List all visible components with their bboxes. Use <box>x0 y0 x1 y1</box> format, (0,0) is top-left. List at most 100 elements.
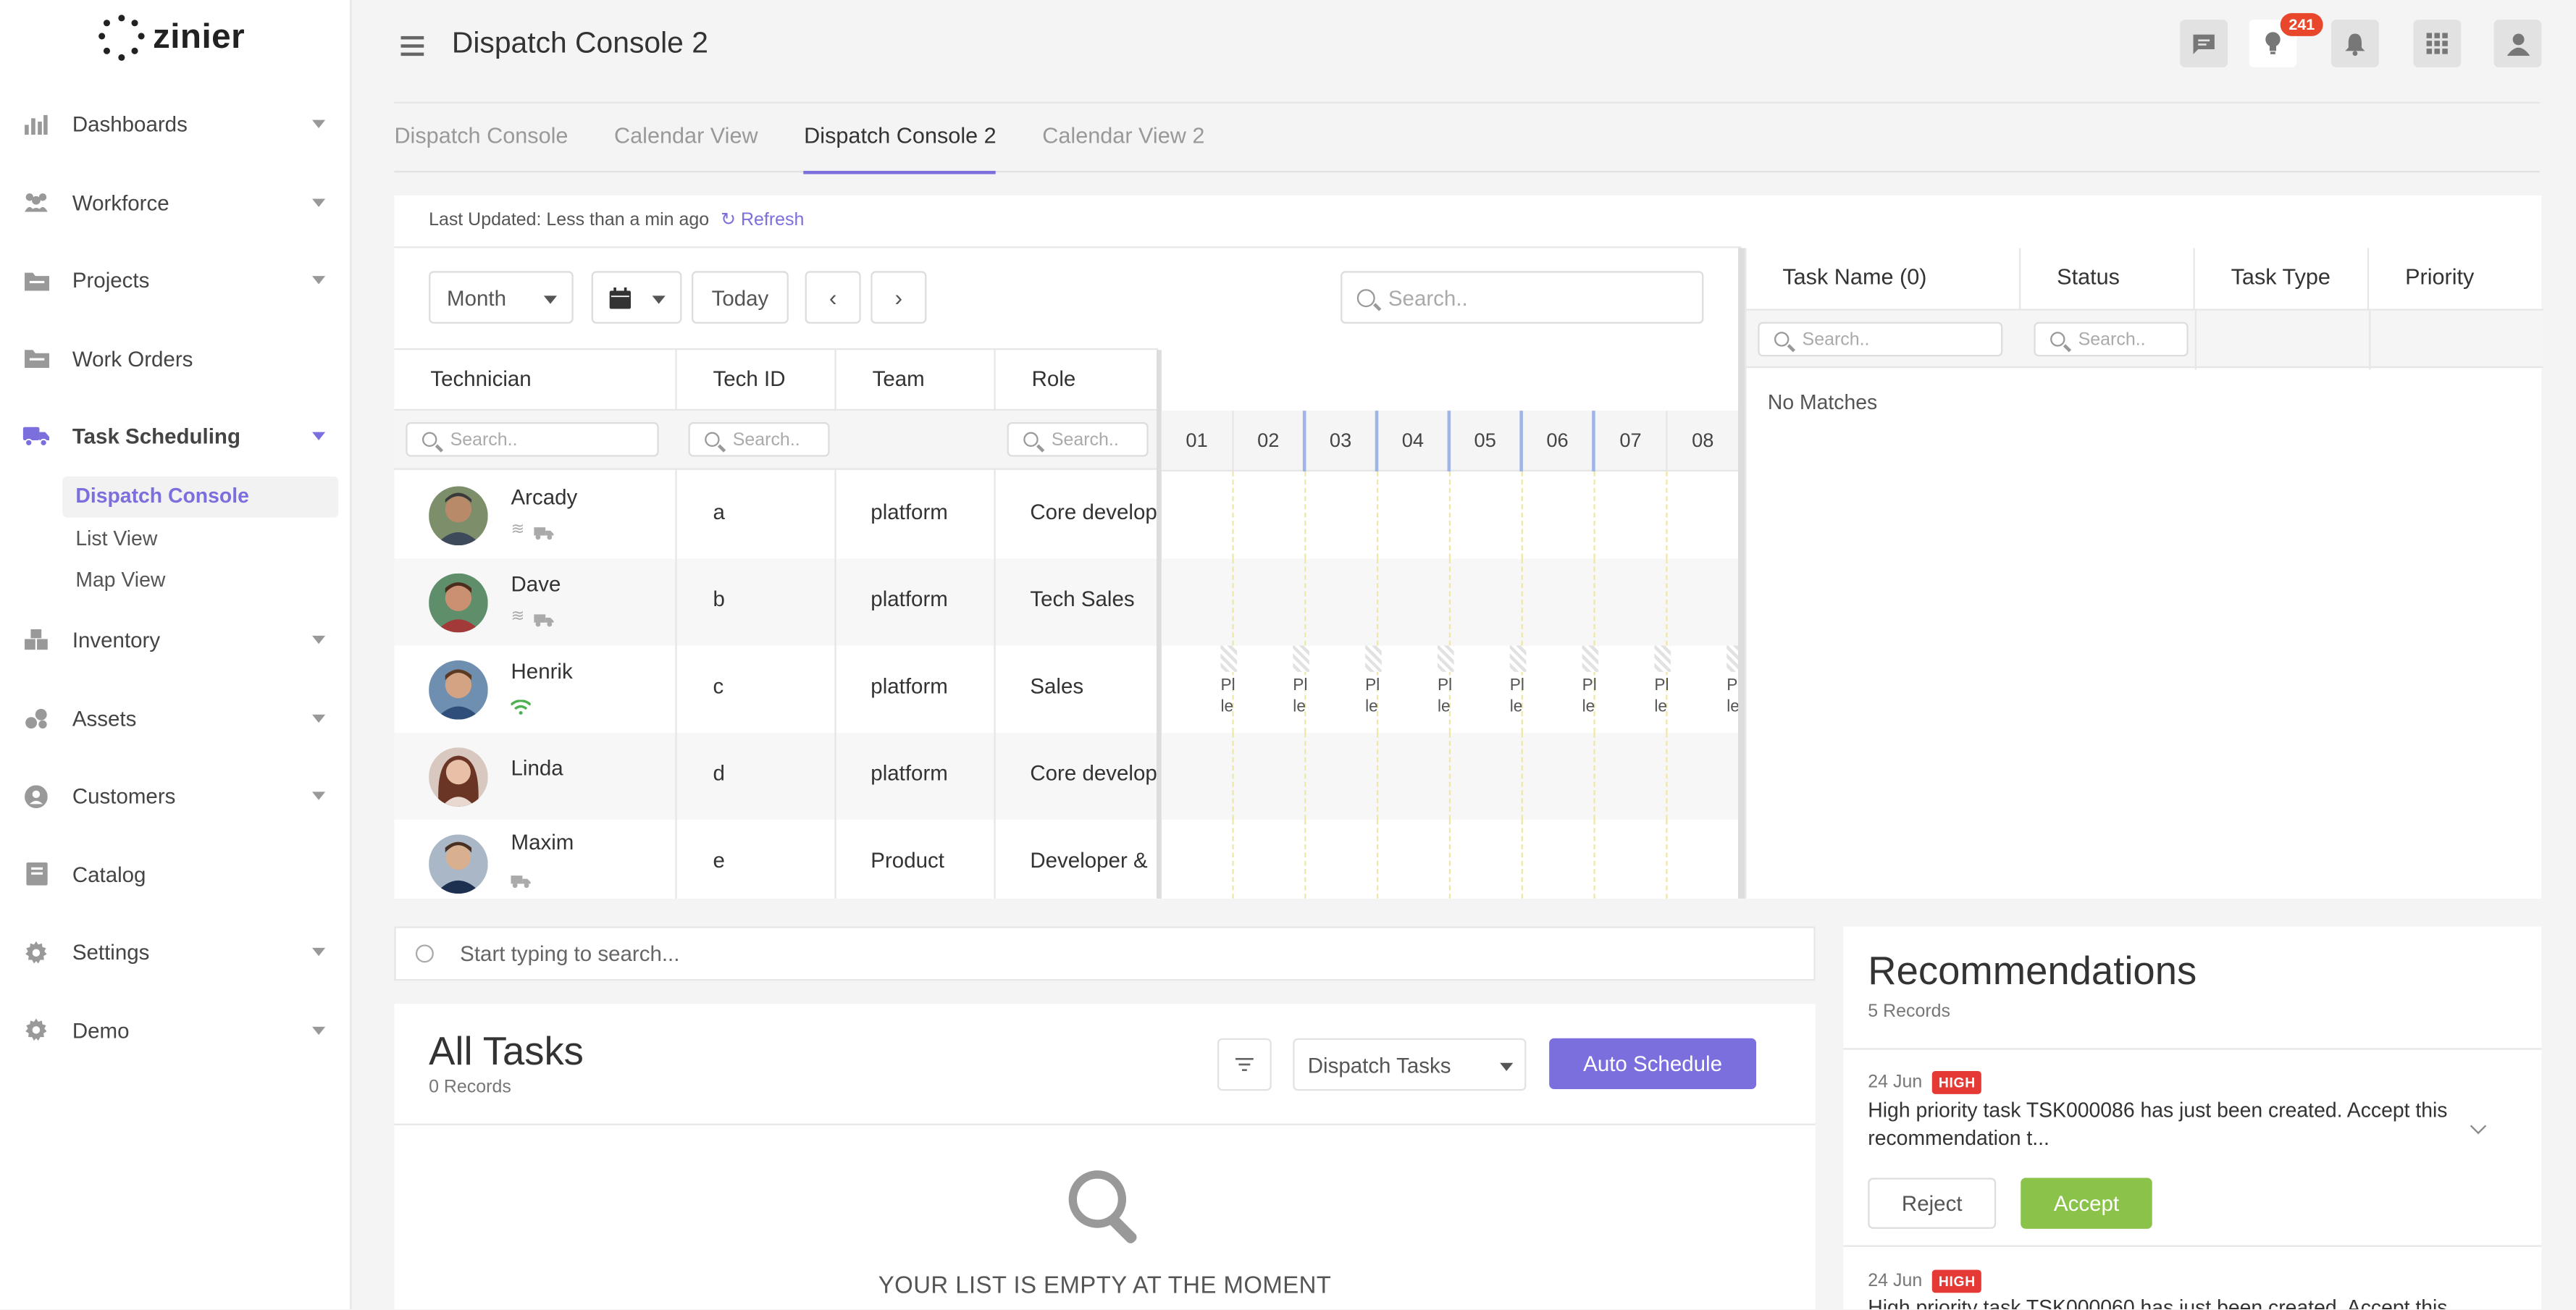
column-resizer[interactable] <box>1157 350 1162 899</box>
today-button[interactable]: Today <box>692 271 789 324</box>
ideas-button[interactable]: 241 <box>2249 13 2323 68</box>
notifications-button[interactable] <box>2331 20 2379 68</box>
table-row[interactable]: Linda d platform Core develop <box>394 732 1159 820</box>
timeline-row[interactable] <box>1161 732 1740 820</box>
expand-chevron-icon[interactable] <box>2470 1117 2487 1135</box>
filter-button[interactable] <box>1217 1038 1272 1091</box>
timeline-row[interactable] <box>1162 471 1740 559</box>
tab-calendar-view[interactable]: Calendar View <box>614 104 758 172</box>
col-status[interactable]: Status <box>2021 248 2195 309</box>
technician-search[interactable]: Search.. <box>1341 271 1704 324</box>
nav-projects[interactable]: Projects <box>0 241 351 319</box>
empty-list-message: YOUR LIST IS EMPTY AT THE MOMENT <box>878 1273 1332 1300</box>
refresh-link[interactable]: ↻ Refresh <box>721 210 804 230</box>
nav-label: Task Scheduling <box>72 424 240 449</box>
subnav-map-view[interactable]: Map View <box>62 559 338 601</box>
col-task-name[interactable]: Task Name (0) <box>1746 248 2021 309</box>
tab-dispatch-console-2[interactable]: Dispatch Console 2 <box>804 104 997 175</box>
tab-dispatch-console[interactable]: Dispatch Console <box>394 104 568 172</box>
scheduled-event[interactable]: Pl le <box>1220 645 1238 733</box>
nav-dashboards[interactable]: Dashboards <box>0 85 351 164</box>
status-icons <box>510 695 532 720</box>
recommendation-text: High priority task TSK000060 has just be… <box>1868 1296 2448 1309</box>
nav-task-scheduling[interactable]: Task Scheduling <box>0 398 351 476</box>
technician-name: Linda <box>511 755 563 781</box>
tab-calendar-view-2[interactable]: Calendar View 2 <box>1042 104 1204 172</box>
nav-work-orders[interactable]: Work Orders <box>0 319 351 398</box>
recommendations-count: 5 Records <box>1868 1002 1951 1023</box>
timeline-day-label: 01 <box>1162 411 1234 472</box>
tech-id-filter[interactable]: Search.. <box>688 422 830 457</box>
nav-label: Projects <box>72 268 150 293</box>
table-row[interactable]: Maxim e Product Developer & <box>394 819 1159 899</box>
logo[interactable]: zinier <box>98 14 245 61</box>
apps-button[interactable] <box>2413 20 2462 68</box>
filter-placeholder: Search.. <box>732 429 800 450</box>
profile-button[interactable] <box>2493 20 2542 68</box>
nav-label: Dashboards <box>72 112 188 137</box>
chat-icon <box>2193 33 2215 54</box>
technician-cell: Linda <box>394 732 677 820</box>
subnav-list-view[interactable]: List View <box>62 518 338 560</box>
technician-name: Maxim <box>511 829 574 855</box>
gear-icon <box>23 1019 49 1042</box>
timeline-cell <box>1162 732 1234 820</box>
team-cell: platform <box>836 645 996 733</box>
timeline-row[interactable] <box>1162 819 1740 899</box>
timeline-row[interactable]: Pl lePl lePl lePl lePl lePl lePl lePl le <box>1162 645 1740 733</box>
task-type-select[interactable]: Dispatch Tasks <box>1293 1038 1527 1091</box>
timeline-cell <box>1234 558 1306 646</box>
scheduled-event[interactable]: Pl le <box>1509 645 1527 733</box>
hamburger-menu-icon[interactable] <box>400 35 424 61</box>
task-name-filter[interactable]: Search.. <box>1758 322 2003 357</box>
reject-button[interactable]: Reject <box>1868 1177 1997 1229</box>
auto-schedule-button[interactable]: Auto Schedule <box>1549 1038 1757 1090</box>
panel-splitter[interactable] <box>1738 248 1745 899</box>
nav-demo[interactable]: Demo <box>0 991 351 1070</box>
table-row[interactable]: Henrik c platform Sales <box>394 645 1159 733</box>
col-task-type[interactable]: Task Type <box>2195 248 2370 309</box>
view-tabs: Dispatch Console Calendar View Dispatch … <box>394 101 2541 175</box>
table-row[interactable]: Dave ≋ b platform Tech Sales <box>394 558 1159 646</box>
timeline-cell <box>1668 732 1740 820</box>
nav-assets[interactable]: Assets <box>0 679 351 757</box>
timeline-cell <box>1378 471 1451 559</box>
timeline-cell <box>1162 471 1234 559</box>
avatar <box>429 660 488 720</box>
nav-customers[interactable]: Customers <box>0 757 351 836</box>
scheduled-event[interactable]: Pl le <box>1654 645 1671 733</box>
role-filter[interactable]: Search.. <box>1007 422 1149 457</box>
scheduled-event[interactable]: Pl le <box>1437 645 1454 733</box>
table-row[interactable]: Arcady ≋ a platform Core develop <box>394 471 1159 559</box>
technician-filter[interactable]: Search.. <box>406 422 659 457</box>
accept-button[interactable]: Accept <box>2021 1177 2152 1229</box>
timeline-day-header: 01 02 03 04 05 06 07 08 <box>1161 411 1740 472</box>
col-priority[interactable]: Priority <box>2369 248 2543 309</box>
nav-inventory[interactable]: Inventory <box>0 601 351 679</box>
technician-filter-row: Search.. Search.. Search.. <box>394 411 1159 470</box>
previous-button[interactable]: ‹ <box>805 271 861 324</box>
chevron-down-icon <box>312 792 326 800</box>
scheduled-event[interactable]: Pl le <box>1582 645 1599 733</box>
status-filter[interactable]: Search.. <box>2034 322 2189 357</box>
task-search-bar[interactable]: Start typing to search... <box>394 926 1816 981</box>
search-icon <box>705 432 720 448</box>
user-icon <box>2506 33 2530 55</box>
subnav-dispatch-console[interactable]: Dispatch Console <box>62 475 339 518</box>
notification-count-badge: 241 <box>2280 13 2323 36</box>
nav-settings[interactable]: Settings <box>0 913 351 991</box>
dispatch-panel: Last Updated: Less than a min ago ↻ Refr… <box>394 195 2543 899</box>
view-mode-select[interactable]: Month <box>429 271 574 324</box>
timeline-cell <box>1595 732 1668 820</box>
chat-button[interactable] <box>2180 20 2228 68</box>
sidebar: zinier Dashboards Workforce Projects Wor… <box>0 0 352 1309</box>
date-picker-button[interactable] <box>591 271 682 324</box>
nav-catalog[interactable]: Catalog <box>0 836 351 914</box>
timeline-row[interactable] <box>1161 558 1740 646</box>
scheduled-event[interactable]: Pl le <box>1293 645 1309 733</box>
scheduled-event[interactable]: Pl le <box>1365 645 1382 733</box>
nav-workforce[interactable]: Workforce <box>0 164 351 242</box>
tech-id-cell: a <box>677 471 836 559</box>
next-button[interactable]: › <box>870 271 927 324</box>
chevron-down-icon <box>312 713 326 723</box>
